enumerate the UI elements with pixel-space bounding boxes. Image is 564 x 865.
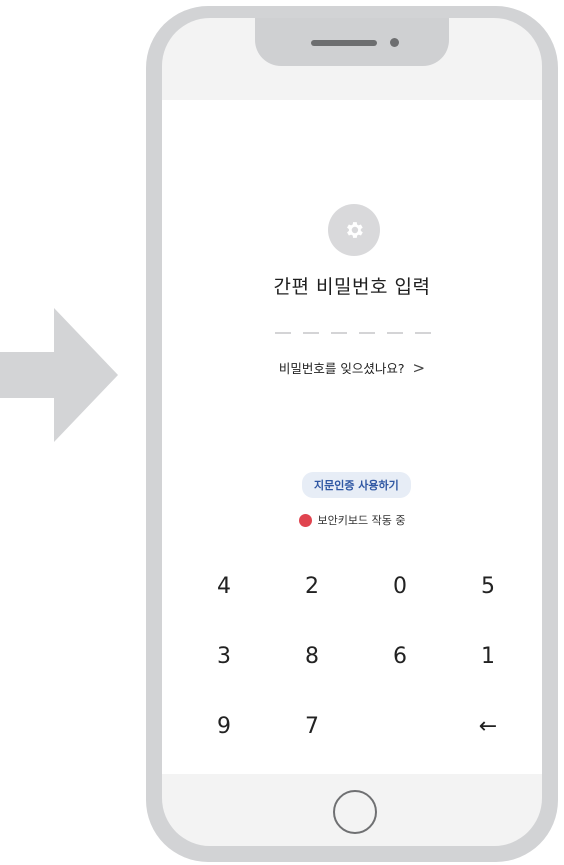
pin-dot	[387, 332, 403, 334]
keypad-key[interactable]: 3	[199, 638, 249, 674]
keypad-key[interactable]: 0	[375, 568, 425, 604]
screen: 간편 비밀번호 입력 비밀번호를 잊으셨나요? > 지문인증 사용하기 보안키보…	[162, 100, 542, 774]
pin-indicator	[275, 332, 431, 334]
arrow-right-icon	[0, 308, 118, 442]
shield-dot-icon	[298, 513, 312, 527]
home-button-icon[interactable]	[333, 790, 377, 834]
forgot-password-link[interactable]: 비밀번호를 잊으셨나요? >	[162, 358, 542, 377]
forgot-password-label: 비밀번호를 잊으셨나요?	[278, 361, 405, 376]
secure-keyboard-label: 보안키보드 작동 중	[317, 514, 406, 527]
keypad-key-blank	[375, 708, 425, 744]
pin-dot	[415, 332, 431, 334]
pin-dot	[331, 332, 347, 334]
camera-icon	[390, 38, 399, 47]
keypad-key[interactable]: 9	[199, 708, 249, 744]
gear-icon	[328, 204, 380, 256]
backspace-key[interactable]: ←	[463, 708, 513, 744]
fingerprint-auth-button[interactable]: 지문인증 사용하기	[302, 472, 411, 498]
pin-dot	[275, 332, 291, 334]
keypad-key[interactable]: 5	[463, 568, 513, 604]
pin-dot	[303, 332, 319, 334]
keypad-key[interactable]: 1	[463, 638, 513, 674]
gear-glyph	[347, 222, 363, 238]
keypad-key[interactable]: 8	[287, 638, 337, 674]
keypad-key[interactable]: 6	[375, 638, 425, 674]
page-title: 간편 비밀번호 입력	[273, 276, 431, 298]
secure-keyboard-status: 보안키보드 작동 중	[162, 512, 542, 528]
keypad-key[interactable]: 7	[287, 708, 337, 744]
keypad-key[interactable]: 4	[199, 568, 249, 604]
phone-frame: 간편 비밀번호 입력 비밀번호를 잊으셨나요? > 지문인증 사용하기 보안키보…	[146, 6, 558, 862]
speaker-icon	[311, 40, 377, 46]
phone-notch	[255, 18, 449, 66]
chevron-right-icon: >	[412, 358, 426, 377]
phone-bezel: 간편 비밀번호 입력 비밀번호를 잊으셨나요? > 지문인증 사용하기 보안키보…	[162, 18, 542, 846]
pin-dot	[359, 332, 375, 334]
keypad-key[interactable]: 2	[287, 568, 337, 604]
